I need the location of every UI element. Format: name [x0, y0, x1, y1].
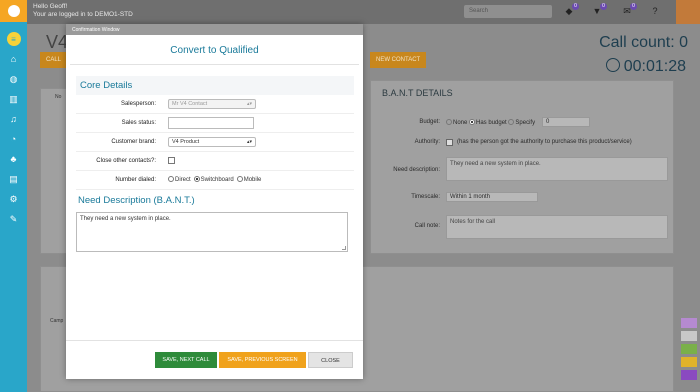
salesperson-label: Salesperson:	[120, 101, 156, 107]
modal-window-label: Confirmation Window	[66, 24, 363, 35]
customer-brand-select[interactable]: V4 Product ▴▾	[168, 137, 256, 147]
chevron-down-icon: ▴▾	[246, 139, 252, 145]
save-next-call-button[interactable]: SAVE, NEXT CALL	[155, 352, 217, 368]
customer-brand-label: Customer brand:	[111, 139, 156, 145]
core-details-heading: Core Details	[76, 76, 354, 95]
radio-switchboard[interactable]: Switchboard	[193, 176, 234, 183]
confirmation-modal: Confirmation Window Convert to Qualified…	[66, 24, 363, 379]
customer-brand-row: Customer brand: V4 Product ▴▾	[76, 133, 354, 152]
radio-direct[interactable]: Direct	[168, 176, 191, 183]
radio[interactable]	[236, 176, 243, 182]
modal-body: Core Details Salesperson: Mr V4 Contact ▴…	[76, 76, 354, 252]
salesperson-select[interactable]: Mr V4 Contact ▴▾	[168, 99, 256, 109]
modal-title: Convert to Qualified	[170, 45, 259, 56]
radio-label: Direct	[175, 177, 191, 183]
close-other-row: Close other contacts?:	[76, 152, 354, 171]
divider	[70, 64, 359, 65]
salesperson-value: Mr V4 Contact	[172, 101, 208, 107]
sales-status-row: Sales status:	[76, 114, 354, 133]
modal-footer: SAVE, NEXT CALL SAVE, PREVIOUS SCREEN CL…	[66, 340, 363, 368]
save-previous-screen-button[interactable]: SAVE, PREVIOUS SCREEN	[219, 352, 306, 368]
need-description-textarea[interactable]: They need a new system in place.	[76, 212, 348, 252]
close-button[interactable]: CLOSE	[308, 352, 353, 368]
salesperson-row: Salesperson: Mr V4 Contact ▴▾	[76, 95, 354, 114]
radio[interactable]	[193, 176, 200, 182]
sales-status-input[interactable]	[168, 117, 254, 129]
sales-status-label: Sales status:	[121, 120, 156, 126]
close-other-label: Close other contacts?:	[96, 158, 156, 164]
radio-label: Switchboard	[200, 177, 234, 183]
need-description-heading: Need Description (B.A.N.T.)	[78, 195, 195, 206]
chevron-down-icon: ▴▾	[246, 101, 252, 107]
radio-mobile[interactable]: Mobile	[236, 176, 262, 183]
number-dialed-label: Number dialed:	[115, 177, 156, 183]
radio-label: Mobile	[243, 177, 262, 183]
customer-brand-value: V4 Product	[172, 139, 200, 145]
radio[interactable]	[168, 176, 174, 182]
close-other-checkbox[interactable]	[168, 157, 175, 164]
number-dialed-options: Direct Switchboard Mobile	[168, 176, 261, 183]
number-dialed-row: Number dialed: Direct Switchboard Mobile	[76, 171, 354, 190]
need-description-value: They need a new system in place.	[80, 216, 171, 222]
resize-handle[interactable]	[342, 246, 346, 250]
